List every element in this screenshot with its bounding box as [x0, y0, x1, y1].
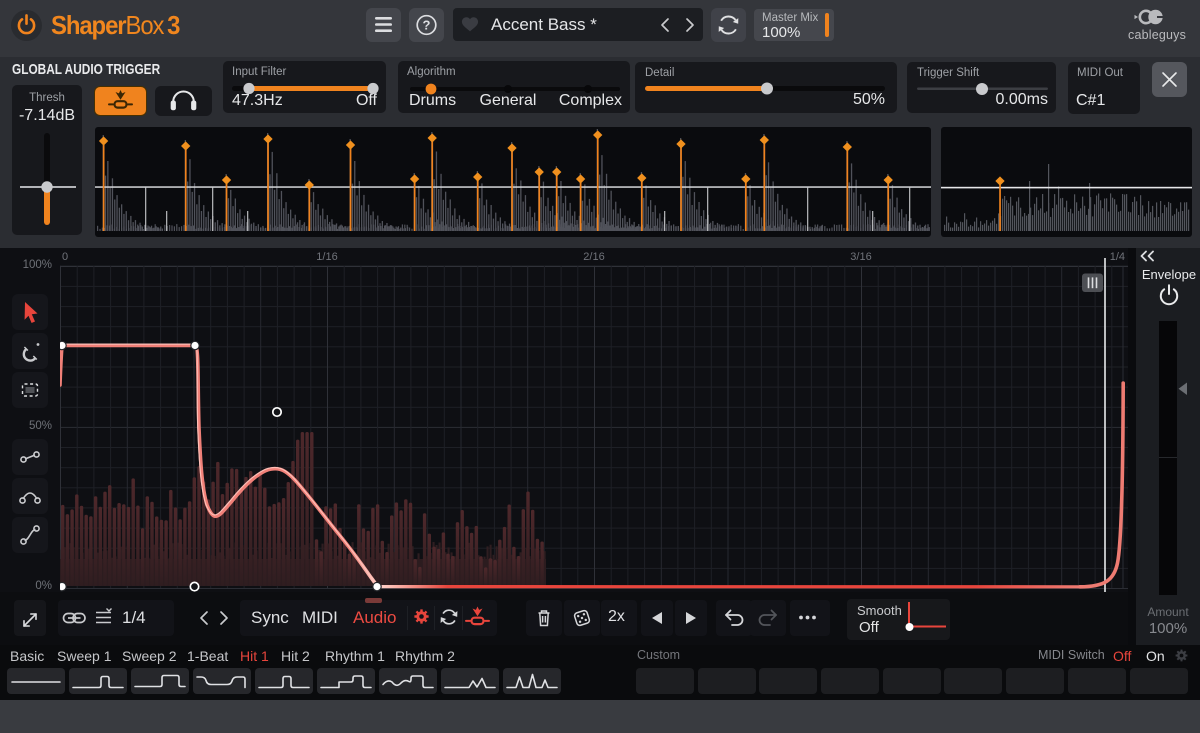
- svg-text:Envelope: Envelope: [1142, 267, 1196, 282]
- svg-text:2/16: 2/16: [583, 251, 604, 263]
- svg-text:?: ?: [423, 18, 431, 33]
- svg-text:3/16: 3/16: [850, 251, 871, 263]
- svg-text:1/16: 1/16: [316, 251, 337, 263]
- svg-text:0: 0: [62, 251, 68, 263]
- svg-text:1/4: 1/4: [1110, 251, 1125, 263]
